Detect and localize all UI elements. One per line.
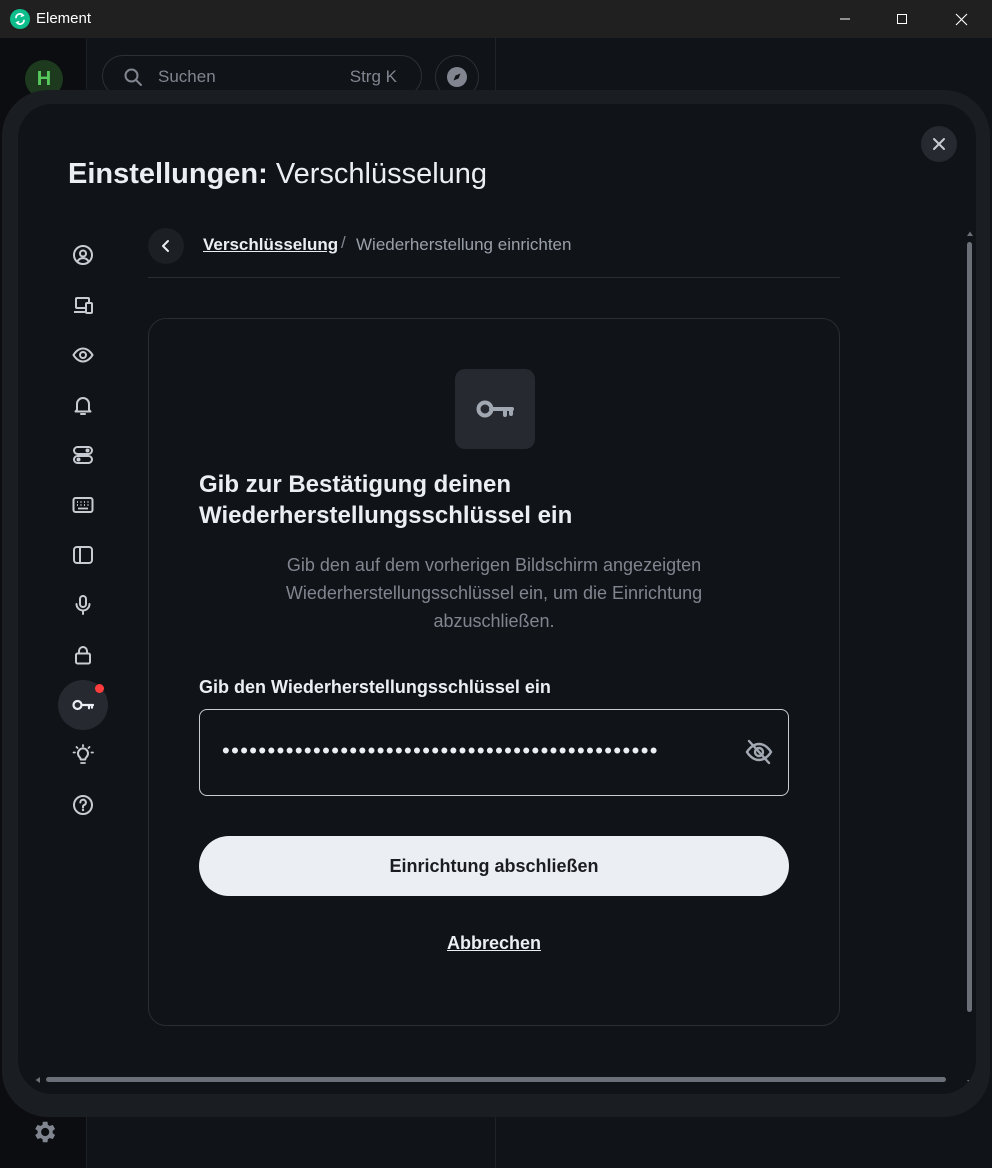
sidebar-item-sessions[interactable] xyxy=(58,280,108,330)
divider xyxy=(148,277,840,278)
scroll-down-arrow-icon xyxy=(967,1080,973,1085)
minimize-button[interactable] xyxy=(816,0,874,38)
sidebar-item-help[interactable] xyxy=(58,780,108,830)
key-icon xyxy=(72,699,95,711)
lock-icon xyxy=(75,646,91,665)
sidebar-item-keyboard[interactable] xyxy=(58,480,108,530)
settings-dialog: Einstellungen: Verschlüsselung Verschlüs… xyxy=(18,104,976,1094)
window-titlebar: Element xyxy=(0,0,992,38)
preferences-toggle-icon xyxy=(73,446,93,464)
vertical-scrollbar[interactable] xyxy=(966,230,974,1088)
devices-icon xyxy=(74,297,93,314)
sidebar-item-voice[interactable] xyxy=(58,580,108,630)
sidebar-layout-icon xyxy=(73,546,93,564)
chevron-left-icon xyxy=(162,240,169,252)
sidebar-item-appearance[interactable] xyxy=(58,330,108,380)
cancel-link[interactable]: Abbrechen xyxy=(149,933,839,954)
recovery-key-label: Gib den Wiederherstellungsschlüssel ein xyxy=(199,677,551,697)
window-close-button[interactable] xyxy=(932,0,990,38)
search-icon xyxy=(123,67,143,92)
card-heading: Gib zur Bestätigung deinen Wiederherstel… xyxy=(199,471,573,529)
minimize-icon xyxy=(840,18,850,20)
lightbulb-icon xyxy=(72,744,94,764)
maximize-button[interactable] xyxy=(873,0,931,38)
help-icon xyxy=(73,795,93,815)
element-logo-icon xyxy=(10,9,30,29)
settings-gear-icon[interactable] xyxy=(30,1118,58,1151)
finish-setup-button[interactable]: Einrichtung abschließen xyxy=(199,836,789,896)
sidebar-item-account[interactable] xyxy=(58,230,108,280)
bell-icon xyxy=(74,397,92,415)
eye-off-icon[interactable] xyxy=(744,738,774,771)
dialog-title: Einstellungen: Verschlüsselung xyxy=(68,158,488,190)
breadcrumb-parent-link[interactable]: Verschlüsselung xyxy=(203,235,338,255)
recovery-key-value: ••••••••••••••••••••••••••••••••••••••••… xyxy=(222,738,659,763)
sidebar-item-notifications[interactable] xyxy=(58,380,108,430)
settings-dialog-frame: Einstellungen: Verschlüsselung Verschlüs… xyxy=(2,90,990,1117)
dialog-close-button[interactable] xyxy=(921,126,957,162)
sidebar-item-sidebar[interactable] xyxy=(58,530,108,580)
breadcrumb-separator: / xyxy=(341,233,346,252)
sidebar-item-encryption[interactable] xyxy=(58,680,108,730)
breadcrumb-current: Wiederherstellung einrichten xyxy=(356,235,572,254)
scroll-up-arrow-icon xyxy=(967,231,973,236)
key-icon xyxy=(476,400,514,418)
horizontal-scroll-thumb[interactable] xyxy=(46,1077,946,1082)
sidebar-item-security[interactable] xyxy=(58,630,108,680)
recovery-key-card: Gib zur Bestätigung deinen Wiederherstel… xyxy=(148,318,840,1026)
window-title: Element xyxy=(36,10,92,27)
microphone-icon xyxy=(75,595,91,615)
card-description: Gib den auf dem vorherigen Bildschirm an… xyxy=(285,555,703,631)
compass-icon xyxy=(447,67,467,87)
user-profile-icon xyxy=(73,245,93,265)
close-icon xyxy=(955,13,967,25)
keyboard-icon xyxy=(72,497,94,513)
search-placeholder: Suchen xyxy=(158,67,216,86)
sidebar-item-preferences[interactable] xyxy=(58,430,108,480)
sidebar-item-labs[interactable] xyxy=(58,730,108,780)
recovery-key-input[interactable]: ••••••••••••••••••••••••••••••••••••••••… xyxy=(199,709,789,796)
maximize-icon xyxy=(897,14,907,24)
scroll-left-arrow-icon xyxy=(35,1077,40,1083)
key-illustration xyxy=(455,369,535,449)
search-shortcut: Strg K xyxy=(349,67,397,86)
horizontal-scrollbar[interactable] xyxy=(34,1076,964,1084)
close-icon xyxy=(933,138,945,150)
back-button[interactable] xyxy=(148,228,184,264)
notification-badge xyxy=(95,684,104,693)
eye-icon xyxy=(72,347,94,363)
vertical-scroll-thumb[interactable] xyxy=(967,242,972,1012)
